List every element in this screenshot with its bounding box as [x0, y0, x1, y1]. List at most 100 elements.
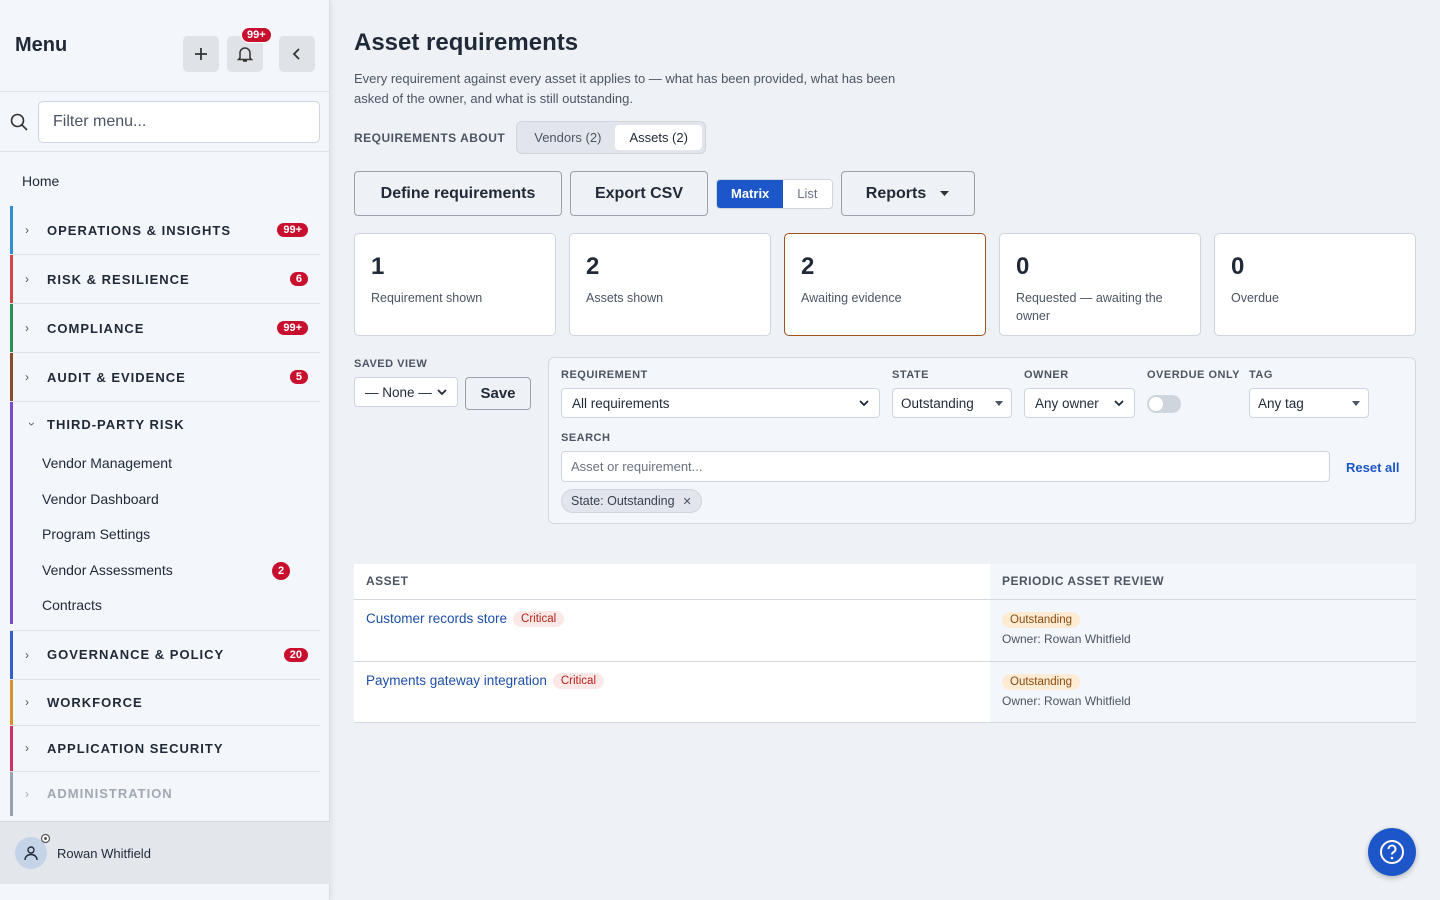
- requirement-cell[interactable]: Outstanding Owner: Rowan Whitfield: [990, 600, 1416, 661]
- stat-label: Requirement shown: [371, 291, 483, 305]
- stat-card-requirements[interactable]: 1 Requirement shown: [354, 233, 556, 336]
- sidebar-section-operations[interactable]: › OPERATIONS & INSIGHTS 99+: [10, 206, 320, 255]
- section-color-bar: [10, 771, 13, 816]
- section-color-bar: [10, 206, 13, 254]
- stat-card-requested[interactable]: 0 Requested — awaiting the owner: [999, 233, 1201, 336]
- overdue-only-label: OVERDUE ONLY: [1147, 369, 1241, 381]
- sidebar-section-compliance[interactable]: › COMPLIANCE 99+: [10, 304, 320, 353]
- sidebar-filter: [0, 92, 329, 152]
- count-badge: 2: [272, 561, 290, 580]
- section-color-bar: [10, 725, 13, 771]
- stat-card-overdue[interactable]: 0 Overdue: [1214, 233, 1416, 336]
- overdue-only-toggle[interactable]: [1147, 395, 1181, 413]
- chevron-right-icon: ›: [25, 786, 29, 801]
- requirements-about-segmented: Vendors (2) Assets (2): [516, 121, 706, 154]
- saved-view-select[interactable]: — None —: [354, 377, 458, 407]
- collapse-sidebar-button[interactable]: [279, 36, 315, 72]
- tag-filter: TAG Any tag: [1249, 369, 1369, 418]
- search-label: SEARCH: [561, 432, 611, 444]
- stat-card-assets[interactable]: 2 Assets shown: [569, 233, 771, 336]
- search-icon: [10, 113, 28, 131]
- notifications-button[interactable]: 99+: [227, 27, 272, 72]
- tag-filter-label: TAG: [1249, 369, 1273, 381]
- caret-down-icon: [1352, 400, 1360, 406]
- sidebar-item-vendor-assessments[interactable]: Vendor Assessments 2: [10, 553, 320, 589]
- export-csv-button[interactable]: Export CSV: [570, 171, 708, 216]
- owner-select[interactable]: Any owner: [1024, 388, 1135, 418]
- avatar: [15, 833, 51, 869]
- overdue-only-filter: OVERDUE ONLY: [1147, 369, 1240, 413]
- sidebar-section-application-security[interactable]: › APPLICATION SECURITY: [10, 725, 320, 772]
- define-requirements-button[interactable]: Define requirements: [354, 171, 562, 216]
- tab-vendors[interactable]: Vendors (2): [520, 125, 615, 150]
- sidebar-section-administration[interactable]: › ADMINISTRATION: [10, 771, 320, 816]
- requirements-about-label: REQUIREMENTS ABOUT: [354, 130, 506, 145]
- owner-text: Owner: Rowan Whitfield: [1002, 693, 1131, 708]
- sidebar-title: Menu: [15, 34, 68, 56]
- sidebar-item-vendor-dashboard[interactable]: Vendor Dashboard: [10, 482, 320, 518]
- asset-link[interactable]: Customer records store: [366, 611, 507, 626]
- help-button[interactable]: [1368, 828, 1416, 876]
- section-label: COMPLIANCE: [47, 320, 145, 336]
- view-toggle: Matrix List: [716, 178, 833, 209]
- plus-icon: [195, 48, 207, 60]
- add-button[interactable]: [183, 36, 219, 72]
- requirement-select[interactable]: All requirements: [561, 388, 880, 418]
- count-badge: 99+: [277, 223, 308, 237]
- user-profile[interactable]: Rowan Whitfield: [0, 821, 330, 884]
- reset-all-link[interactable]: Reset all: [1346, 460, 1399, 475]
- chevron-right-icon: ›: [25, 223, 29, 237]
- sidebar-section-risk[interactable]: › RISK & RESILIENCE 6: [10, 255, 320, 304]
- state-select[interactable]: Outstanding: [892, 388, 1012, 418]
- stat-label: Assets shown: [586, 291, 664, 305]
- table-header: ASSET PERIODIC ASSET REVIEW: [354, 564, 1416, 600]
- close-icon[interactable]: ✕: [683, 495, 692, 508]
- tag-value: Any tag: [1258, 395, 1304, 411]
- count-badge: 6: [289, 272, 308, 286]
- stat-label: Overdue: [1231, 291, 1279, 305]
- section-label: ADMINISTRATION: [47, 786, 173, 801]
- view-list-button[interactable]: List: [783, 180, 831, 208]
- chip-label: State: Outstanding: [571, 494, 675, 508]
- sidebar-item-home[interactable]: Home: [0, 152, 329, 206]
- stat-value: 0: [1016, 253, 1030, 280]
- section-color-bar: [10, 255, 13, 303]
- section-label: RISK & RESILIENCE: [47, 271, 190, 287]
- owner-value: Any owner: [1035, 395, 1099, 411]
- requirement-cell[interactable]: Outstanding Owner: Rowan Whitfield: [990, 661, 1416, 722]
- caret-down-icon: [940, 190, 950, 196]
- view-matrix-button[interactable]: Matrix: [717, 179, 784, 208]
- chevron-right-icon: ›: [25, 370, 29, 384]
- sidebar-section-third-party-risk[interactable]: › THIRD-PARTY RISK: [10, 402, 320, 624]
- sidebar-item-contracts[interactable]: Contracts: [10, 588, 320, 624]
- sidebar-section-audit[interactable]: › AUDIT & EVIDENCE 5: [10, 353, 320, 402]
- section-color-bar: [10, 679, 13, 725]
- chevron-right-icon: ›: [25, 741, 29, 755]
- asset-search-input[interactable]: [561, 451, 1330, 482]
- sidebar-item-program-settings[interactable]: Program Settings: [10, 517, 320, 553]
- count-badge: 20: [283, 647, 308, 662]
- stat-card-awaiting-evidence[interactable]: 2 Awaiting evidence: [784, 233, 986, 336]
- asset-link[interactable]: Payments gateway integration: [366, 673, 547, 688]
- saved-view: SAVED VIEW — None — Save: [354, 357, 548, 524]
- state-value: Outstanding: [901, 395, 974, 411]
- reports-dropdown-button[interactable]: Reports: [840, 171, 975, 216]
- sidebar-item-vendor-management[interactable]: Vendor Management: [10, 446, 320, 482]
- caret-down-icon: [995, 400, 1003, 406]
- chevron-right-icon: ›: [25, 272, 29, 286]
- count-badge: 99+: [277, 321, 308, 335]
- help-icon: [1380, 840, 1404, 864]
- stat-value: 2: [586, 253, 600, 280]
- filter-menu-input[interactable]: [38, 100, 320, 143]
- chevron-down-icon: [437, 388, 447, 395]
- column-header-periodic-review[interactable]: PERIODIC ASSET REVIEW: [990, 564, 1416, 599]
- critical-badge: Critical: [552, 672, 604, 689]
- tag-select[interactable]: Any tag: [1249, 388, 1369, 418]
- stat-value: 2: [801, 253, 815, 280]
- tab-assets[interactable]: Assets (2): [615, 125, 702, 150]
- chevron-down-icon: [859, 399, 869, 406]
- sidebar-section-governance[interactable]: › GOVERNANCE & POLICY 20: [10, 630, 320, 680]
- sidebar-section-workforce[interactable]: › WORKFORCE: [10, 679, 320, 726]
- stat-value: 0: [1231, 253, 1245, 280]
- save-view-button[interactable]: Save: [465, 377, 531, 410]
